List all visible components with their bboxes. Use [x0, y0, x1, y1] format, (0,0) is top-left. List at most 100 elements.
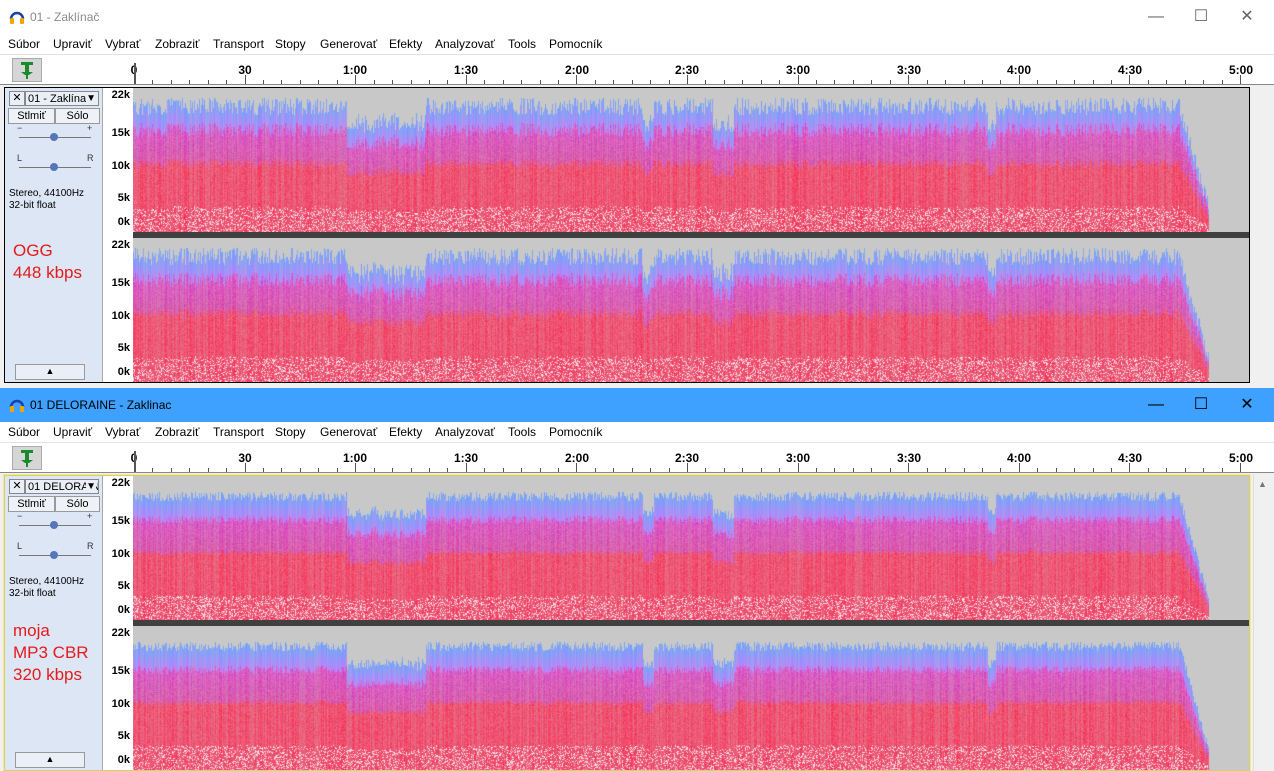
pan-slider[interactable]: L R [17, 541, 94, 560]
ruler-tick [1129, 463, 1130, 472]
ruler-label: 3:30 [896, 451, 922, 465]
maximize-icon[interactable]: ☐ [1178, 3, 1224, 31]
pan-slider[interactable]: L R [17, 153, 94, 172]
ruler-tick [1240, 463, 1241, 472]
gain-slider[interactable]: − + [17, 511, 93, 530]
mute-button[interactable]: Stlmiť [8, 496, 55, 512]
track-close-icon[interactable]: ✕ [9, 479, 25, 494]
scroll-up-icon[interactable]: ▲ [1258, 479, 1267, 489]
menu-generate[interactable]: Generovať [320, 37, 377, 51]
gain-knob[interactable] [50, 133, 58, 141]
gain-min-label: − [17, 123, 23, 133]
window-title: 01 DELORAINE - Zaklinac [30, 398, 172, 412]
close-icon[interactable]: ✕ [1224, 391, 1270, 419]
pin-button[interactable] [12, 446, 42, 470]
frequency-ruler: 22k 15k 10k 5k 0k 22k 15k 10k 5k 0k [103, 476, 133, 770]
ruler-label: 5:00 [1228, 451, 1254, 465]
minimize-icon[interactable]: — [1133, 391, 1179, 419]
spectrogram-left-channel[interactable] [133, 88, 1249, 232]
timeline-ruler[interactable]: 0 30 1:00 1:30 2:00 2:30 3:00 3:30 4:00 … [0, 54, 1274, 85]
ruler-tick [798, 463, 799, 472]
solo-button[interactable]: Sólo [55, 108, 100, 124]
solo-button[interactable]: Sólo [55, 496, 100, 512]
menu-bar: Súbor Upraviť Vybrať Zobraziť Transport … [0, 422, 1274, 442]
freq-label: 22k [111, 239, 130, 251]
freq-label: 10k [111, 698, 130, 710]
gain-slider[interactable]: − + [17, 123, 93, 142]
pan-knob[interactable] [50, 551, 58, 559]
menu-effects[interactable]: Efekty [389, 425, 422, 439]
audio-track: ✕ 01 - Zaklínač ▼ Stlmiť Sólo − + L R Ste… [4, 87, 1250, 383]
spectrogram-right-channel[interactable] [133, 238, 1249, 382]
freq-label: 10k [111, 548, 130, 560]
menu-tools[interactable]: Tools [508, 425, 536, 439]
menu-analyze[interactable]: Analyzovať [435, 37, 495, 51]
menu-generate[interactable]: Generovať [320, 425, 377, 439]
spectrogram-left-channel[interactable] [133, 476, 1249, 620]
track-format-info: Stereo, 44100Hz 32-bit float [9, 576, 85, 599]
menu-analyze[interactable]: Analyzovať [435, 425, 495, 439]
title-bar[interactable]: 01 - Zaklínač — ☐ ✕ [0, 0, 1274, 34]
ruler-label: 2:00 [564, 63, 590, 77]
menu-bar: Súbor Upraviť Vybrať Zobraziť Transport … [0, 34, 1274, 54]
menu-file[interactable]: Súbor [8, 425, 40, 439]
collapse-arrow-icon[interactable]: ▲ [15, 364, 85, 380]
vertical-scrollbar[interactable]: ▲ [1253, 475, 1272, 771]
gain-max-label: + [87, 511, 93, 521]
spectrogram-right-channel[interactable] [133, 626, 1249, 770]
title-bar[interactable]: 01 DELORAINE - Zaklinac — ☐ ✕ [0, 388, 1274, 422]
ruler-tick [687, 75, 688, 84]
freq-label: 22k [111, 477, 130, 489]
pan-right-label: R [87, 153, 94, 163]
menu-file[interactable]: Súbor [8, 37, 40, 51]
collapse-arrow-icon[interactable]: ▲ [15, 752, 85, 768]
menu-tracks[interactable]: Stopy [275, 425, 306, 439]
pan-left-label: L [17, 153, 23, 163]
dropdown-arrow-icon: ▼ [86, 92, 96, 105]
ruler-label: 5:00 [1228, 63, 1254, 77]
freq-label: 10k [111, 160, 130, 172]
menu-tools[interactable]: Tools [508, 37, 536, 51]
freq-label: 0k [117, 604, 130, 616]
menu-view[interactable]: Zobraziť [155, 37, 200, 51]
menu-transport[interactable]: Transport [213, 425, 264, 439]
menu-help[interactable]: Pomocník [549, 425, 602, 439]
timeline-ruler[interactable]: 0 30 1:00 1:30 2:00 2:30 3:00 3:30 4:00 … [0, 442, 1274, 473]
track-name-menu[interactable]: 01 - Zaklínač ▼ [25, 91, 99, 106]
freq-label: 5k [117, 580, 130, 592]
track-control-panel: ✕ 01 - Zaklínač ▼ Stlmiť Sólo − + L R Ste… [5, 88, 103, 382]
menu-transport[interactable]: Transport [213, 37, 264, 51]
freq-label: 10k [111, 310, 130, 322]
close-icon[interactable]: ✕ [1224, 3, 1270, 31]
playhead-marker[interactable] [134, 63, 136, 85]
freq-label: 15k [111, 665, 130, 677]
spectrogram-area[interactable] [133, 88, 1249, 382]
ruler-tick [798, 75, 799, 84]
menu-select[interactable]: Vybrať [105, 37, 140, 51]
mute-button[interactable]: Stlmiť [8, 108, 55, 124]
playhead-marker[interactable] [134, 451, 136, 473]
menu-edit[interactable]: Upraviť [53, 37, 92, 51]
menu-select[interactable]: Vybrať [105, 425, 140, 439]
maximize-icon[interactable]: ☐ [1178, 391, 1224, 419]
menu-help[interactable]: Pomocník [549, 37, 602, 51]
freq-label: 15k [111, 127, 130, 139]
freq-label: 5k [117, 192, 130, 204]
track-control-panel: ✕ 01 DELORAINE ▼ Stlmiť Sólo − + L R Ster… [5, 476, 103, 770]
ruler-tick [576, 463, 577, 472]
gain-knob[interactable] [50, 521, 58, 529]
menu-edit[interactable]: Upraviť [53, 425, 92, 439]
spectrogram-area[interactable] [133, 476, 1249, 770]
pin-button[interactable] [12, 58, 42, 82]
ruler-tick [355, 463, 356, 472]
track-name-menu[interactable]: 01 DELORAINE ▼ [25, 479, 99, 494]
audacity-logo-icon [9, 399, 25, 412]
track-close-icon[interactable]: ✕ [9, 91, 25, 106]
menu-effects[interactable]: Efekty [389, 37, 422, 51]
menu-tracks[interactable]: Stopy [275, 37, 306, 51]
ruler-divider [0, 472, 1274, 473]
pan-knob[interactable] [50, 163, 58, 171]
menu-view[interactable]: Zobraziť [155, 425, 200, 439]
minimize-icon[interactable]: — [1133, 3, 1179, 31]
freq-label: 0k [117, 366, 130, 378]
